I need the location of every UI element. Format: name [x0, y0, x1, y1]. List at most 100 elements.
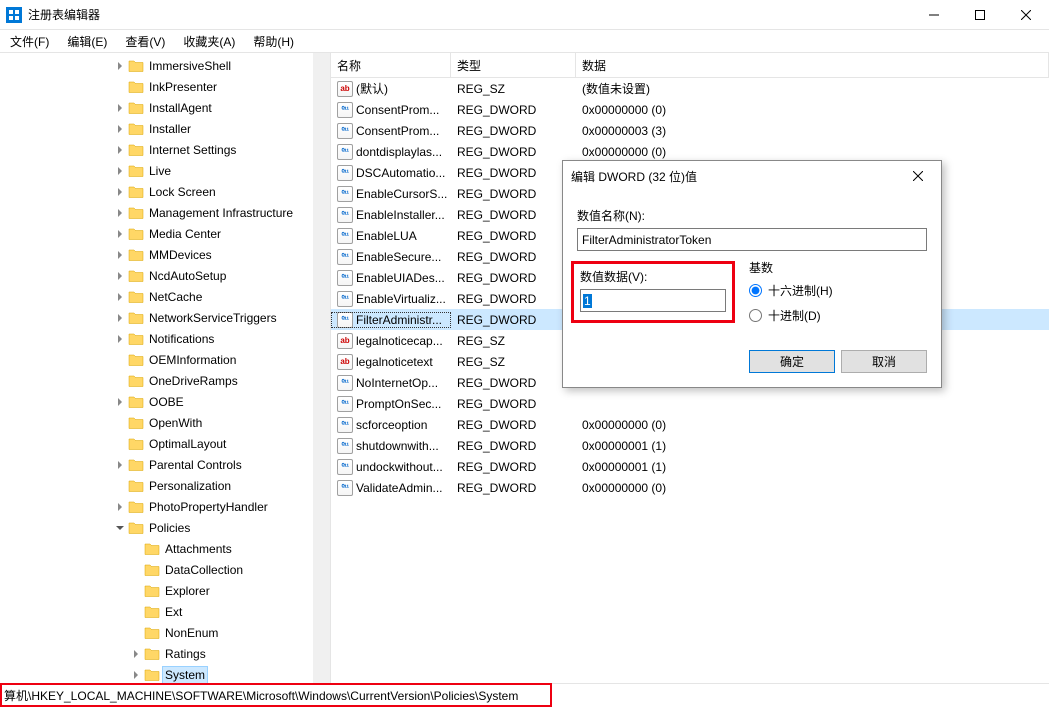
folder-icon [128, 394, 144, 410]
tree-item[interactable]: Lock Screen [0, 181, 330, 202]
tree-item[interactable]: OEMInformation [0, 349, 330, 370]
radix-dec-option[interactable]: 十进制(D) [749, 307, 927, 324]
tree-item[interactable]: InstallAgent [0, 97, 330, 118]
value-name-field[interactable] [577, 228, 927, 251]
value-data-field[interactable]: 1 [580, 289, 726, 312]
list-row[interactable]: ConsentProm...REG_DWORD0x00000003 (3) [331, 120, 1049, 141]
menu-edit[interactable]: 编辑(E) [59, 31, 115, 52]
expander-placeholder [112, 415, 128, 431]
expander-placeholder [128, 583, 144, 599]
cell-name: legalnoticetext [331, 354, 451, 370]
chevron-right-icon[interactable] [112, 205, 128, 221]
chevron-right-icon[interactable] [112, 331, 128, 347]
tree-item[interactable]: PhotoPropertyHandler [0, 496, 330, 517]
radix-hex-radio[interactable] [749, 284, 762, 297]
list-row[interactable]: (默认)REG_SZ(数值未设置) [331, 78, 1049, 99]
tree-item[interactable]: Parental Controls [0, 454, 330, 475]
tree-item[interactable]: Media Center [0, 223, 330, 244]
tree-item-label: NetCache [147, 289, 204, 305]
cancel-button[interactable]: 取消 [841, 350, 927, 373]
tree-item[interactable]: Internet Settings [0, 139, 330, 160]
list-row[interactable]: ConsentProm...REG_DWORD0x00000000 (0) [331, 99, 1049, 120]
list-row[interactable]: ValidateAdmin...REG_DWORD0x00000000 (0) [331, 477, 1049, 498]
minimize-button[interactable] [911, 0, 957, 30]
chevron-right-icon[interactable] [112, 184, 128, 200]
chevron-right-icon[interactable] [112, 142, 128, 158]
tree-item[interactable]: OOBE [0, 391, 330, 412]
chevron-right-icon[interactable] [112, 289, 128, 305]
tree-item[interactable]: Ext [0, 601, 330, 622]
menu-favorites[interactable]: 收藏夹(A) [175, 31, 243, 52]
folder-icon [128, 415, 144, 431]
tree-item[interactable]: MMDevices [0, 244, 330, 265]
tree-scrollbar[interactable] [313, 53, 330, 683]
cell-type: REG_DWORD [451, 208, 576, 222]
menu-help[interactable]: 帮助(H) [245, 31, 302, 52]
list-row[interactable]: scforceoptionREG_DWORD0x00000000 (0) [331, 414, 1049, 435]
dialog-close-button[interactable] [903, 161, 933, 191]
dialog-titlebar[interactable]: 编辑 DWORD (32 位)值 [563, 161, 941, 191]
chevron-right-icon[interactable] [112, 121, 128, 137]
cell-type: REG_DWORD [451, 418, 576, 432]
tree-item[interactable]: NetworkServiceTriggers [0, 307, 330, 328]
tree-item[interactable]: Live [0, 160, 330, 181]
col-header-data[interactable]: 数据 [576, 53, 1049, 77]
tree-item[interactable]: ImmersiveShell [0, 55, 330, 76]
list-row[interactable]: shutdownwith...REG_DWORD0x00000001 (1) [331, 435, 1049, 456]
tree-item[interactable]: Policies [0, 517, 330, 538]
folder-icon [144, 541, 160, 557]
list-row[interactable]: undockwithout...REG_DWORD0x00000001 (1) [331, 456, 1049, 477]
chevron-right-icon[interactable] [128, 646, 144, 662]
radix-hex-option[interactable]: 十六进制(H) [749, 282, 927, 299]
list-row[interactable]: dontdisplaylas...REG_DWORD0x00000000 (0) [331, 141, 1049, 162]
chevron-right-icon[interactable] [112, 457, 128, 473]
tree-item[interactable]: OpenWith [0, 412, 330, 433]
chevron-right-icon[interactable] [112, 163, 128, 179]
chevron-right-icon[interactable] [112, 247, 128, 263]
close-button[interactable] [1003, 0, 1049, 30]
cell-type: REG_DWORD [451, 166, 576, 180]
tree-item[interactable]: NetCache [0, 286, 330, 307]
chevron-right-icon[interactable] [112, 499, 128, 515]
edit-dword-dialog: 编辑 DWORD (32 位)值 数值名称(N): 数值数据(V): 1 基数 … [562, 160, 942, 388]
tree-item[interactable]: OptimalLayout [0, 433, 330, 454]
tree-item[interactable]: Installer [0, 118, 330, 139]
radix-dec-radio[interactable] [749, 309, 762, 322]
tree-item[interactable]: System [0, 664, 330, 683]
tree-pane[interactable]: ImmersiveShellInkPresenterInstallAgentIn… [0, 53, 331, 683]
chevron-right-icon[interactable] [112, 226, 128, 242]
tree-item[interactable]: InkPresenter [0, 76, 330, 97]
tree-item[interactable]: Attachments [0, 538, 330, 559]
list-row[interactable]: PromptOnSec...REG_DWORD [331, 393, 1049, 414]
binary-value-icon [337, 165, 353, 181]
tree-item[interactable]: DataCollection [0, 559, 330, 580]
col-header-name[interactable]: 名称 [331, 53, 451, 77]
tree-item[interactable]: Notifications [0, 328, 330, 349]
tree-item[interactable]: Explorer [0, 580, 330, 601]
chevron-right-icon[interactable] [112, 100, 128, 116]
tree-item[interactable]: Management Infrastructure [0, 202, 330, 223]
ok-button[interactable]: 确定 [749, 350, 835, 373]
binary-value-icon [337, 186, 353, 202]
folder-icon [128, 205, 144, 221]
tree-item[interactable]: NonEnum [0, 622, 330, 643]
col-header-type[interactable]: 类型 [451, 53, 576, 77]
menu-file[interactable]: 文件(F) [2, 31, 57, 52]
tree-item[interactable]: Personalization [0, 475, 330, 496]
cell-name: EnableUIADes... [331, 270, 451, 286]
chevron-right-icon[interactable] [112, 268, 128, 284]
tree-item[interactable]: Ratings [0, 643, 330, 664]
tree-item[interactable]: NcdAutoSetup [0, 265, 330, 286]
folder-icon [144, 583, 160, 599]
cell-type: REG_SZ [451, 82, 576, 96]
chevron-right-icon[interactable] [112, 58, 128, 74]
menu-view[interactable]: 查看(V) [117, 31, 173, 52]
chevron-right-icon[interactable] [112, 310, 128, 326]
folder-icon [144, 667, 160, 683]
chevron-down-icon[interactable] [112, 520, 128, 536]
tree-item-label: Parental Controls [147, 457, 244, 473]
chevron-right-icon[interactable] [128, 667, 144, 683]
chevron-right-icon[interactable] [112, 394, 128, 410]
tree-item[interactable]: OneDriveRamps [0, 370, 330, 391]
maximize-button[interactable] [957, 0, 1003, 30]
